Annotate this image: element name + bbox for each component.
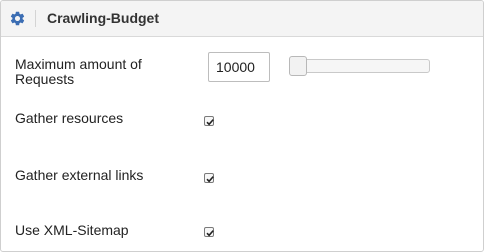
max-requests-slider-track[interactable] [289, 59, 430, 73]
max-requests-label-line1: Maximum amount of [15, 56, 142, 72]
gather-resources-label: Gather resources [15, 110, 124, 126]
max-requests-input[interactable] [208, 52, 270, 82]
gather-external-links-label: Gather external links [15, 167, 144, 183]
gear-icon[interactable] [9, 10, 26, 27]
checkmark-icon [206, 176, 214, 183]
crawling-budget-panel: Crawling-Budget Maximum amount of Reques… [0, 0, 484, 252]
checkmark-icon [206, 230, 214, 237]
max-requests-label-line2: Requests [15, 71, 75, 87]
header-divider [35, 10, 36, 27]
use-xml-sitemap-label: Use XML-Sitemap [15, 222, 129, 238]
panel-header: Crawling-Budget [1, 1, 483, 37]
checkmark-icon [206, 119, 214, 126]
gather-resources-checkbox[interactable] [204, 116, 214, 126]
panel-title: Crawling-Budget [47, 10, 159, 26]
max-requests-slider-handle[interactable] [289, 56, 307, 76]
use-xml-sitemap-checkbox[interactable] [204, 227, 214, 237]
gather-external-links-checkbox[interactable] [204, 173, 214, 183]
